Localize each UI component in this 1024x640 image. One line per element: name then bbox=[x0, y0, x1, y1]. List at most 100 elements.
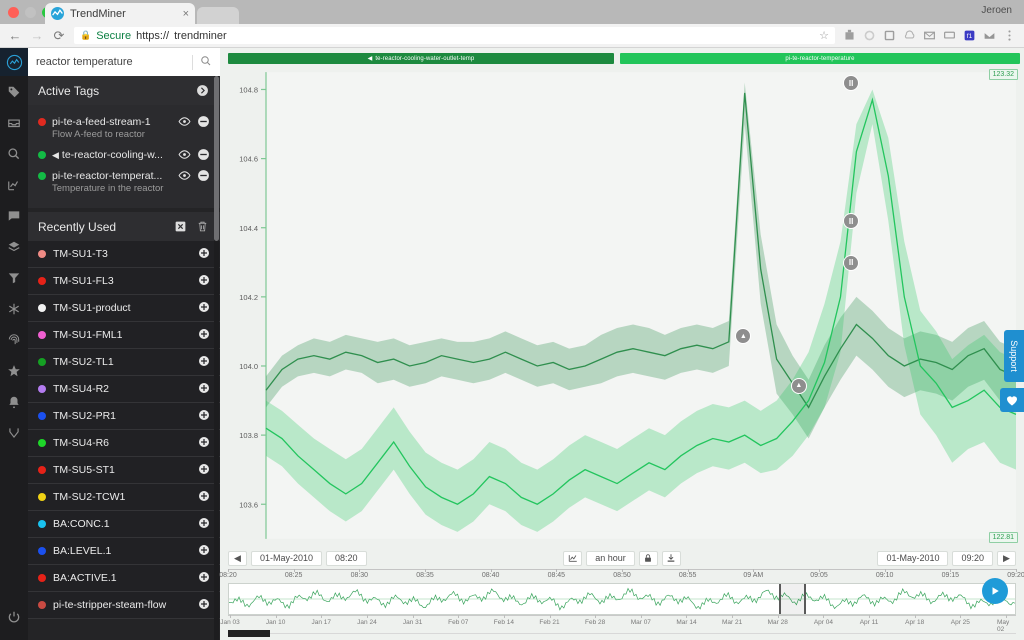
search-input[interactable]: reactor temperature bbox=[36, 56, 192, 68]
sidebar-item-comments[interactable] bbox=[0, 200, 28, 231]
recent-tag-row[interactable]: TM-SU2-TCW1 bbox=[28, 484, 220, 511]
play-button[interactable] bbox=[982, 578, 1008, 604]
recent-tag-row[interactable]: TM-SU4-R6 bbox=[28, 430, 220, 457]
plus-circle-icon[interactable] bbox=[198, 463, 210, 478]
back-arrow-icon[interactable]: ← bbox=[8, 28, 22, 43]
recent-tag-row[interactable]: TM-SU5-ST1 bbox=[28, 457, 220, 484]
plus-circle-icon[interactable] bbox=[198, 382, 210, 397]
sidebar-item-tags[interactable] bbox=[0, 76, 28, 107]
prev-arrow-icon[interactable]: ◀ bbox=[228, 550, 247, 566]
recent-tag-row[interactable]: pi-te-stripper-steam-flow bbox=[28, 592, 220, 619]
pause-marker-icon[interactable]: II bbox=[843, 254, 860, 271]
plus-circle-icon[interactable] bbox=[198, 301, 210, 316]
chrome-menu-icon[interactable] bbox=[1003, 29, 1016, 42]
recent-tag-row[interactable]: BA:ACTIVE.1 bbox=[28, 565, 220, 592]
chart-tab-0[interactable]: ◀ te-reactor-cooling-water-outlet-temp bbox=[228, 53, 614, 64]
start-time-field[interactable]: 08:20 bbox=[326, 550, 367, 566]
new-tab-ghost[interactable] bbox=[197, 7, 239, 24]
sidebar-item-favorites[interactable] bbox=[0, 355, 28, 386]
eye-icon[interactable] bbox=[178, 148, 191, 161]
power-icon[interactable] bbox=[0, 601, 28, 632]
extension-icon-2[interactable] bbox=[863, 29, 876, 42]
pause-marker-icon[interactable]: II bbox=[843, 75, 860, 92]
global-range-strip[interactable] bbox=[220, 628, 1024, 640]
end-time-field[interactable]: 09:20 bbox=[952, 550, 993, 566]
navigator-handle-left[interactable] bbox=[779, 584, 782, 614]
heart-button[interactable] bbox=[1000, 388, 1024, 412]
sidebar-item-asterisk[interactable] bbox=[0, 293, 28, 324]
minus-circle-icon[interactable] bbox=[197, 115, 210, 128]
next-arrow-icon[interactable]: ▶ bbox=[997, 550, 1016, 566]
plus-circle-icon[interactable] bbox=[198, 328, 210, 343]
plot-area[interactable]: 104.8 104.6 104.4 104.2 104.0 103.8 103.6 123.… bbox=[220, 64, 1024, 547]
navigator-selection[interactable] bbox=[779, 584, 805, 614]
chat-icon[interactable] bbox=[943, 29, 956, 42]
triangle-marker-icon[interactable]: ▲ bbox=[735, 328, 752, 345]
sidebar-item-fingerprint[interactable] bbox=[0, 324, 28, 355]
recently-used-list[interactable]: TM-SU1-T3 TM-SU1-FL3 TM-SU1-product TM-SU1-… bbox=[28, 241, 220, 640]
pause-marker-icon[interactable]: II bbox=[843, 213, 860, 230]
minus-circle-icon[interactable] bbox=[197, 148, 210, 161]
triangle-marker-icon[interactable]: ▲ bbox=[790, 377, 807, 394]
plus-circle-icon[interactable] bbox=[198, 517, 210, 532]
envelope-icon[interactable] bbox=[983, 29, 996, 42]
trash-icon[interactable] bbox=[194, 219, 210, 235]
sidebar-item-filter[interactable] bbox=[0, 262, 28, 293]
panel-scrollbar-thumb[interactable] bbox=[214, 76, 219, 241]
address-bar[interactable]: 🔒 Secure https:// trendminer ☆ bbox=[74, 27, 835, 44]
lastpass-icon[interactable]: f1 bbox=[963, 29, 976, 42]
sidebar-item-trend[interactable] bbox=[0, 169, 28, 200]
plus-circle-icon[interactable] bbox=[198, 355, 210, 370]
interval-field[interactable]: an hour bbox=[586, 550, 635, 566]
recent-tag-row[interactable]: TM-SU1-T3 bbox=[28, 241, 220, 268]
recent-tag-row[interactable]: BA:LEVEL.1 bbox=[28, 538, 220, 565]
active-tag-row[interactable]: ◀ te-reactor-cooling-w... bbox=[28, 144, 220, 165]
recent-tag-row[interactable]: TM-SU4-R2 bbox=[28, 376, 220, 403]
navigator-handle-right[interactable] bbox=[804, 584, 807, 614]
plus-circle-icon[interactable] bbox=[198, 436, 210, 451]
sidebar-item-layers[interactable] bbox=[0, 231, 28, 262]
window-icon[interactable] bbox=[883, 29, 896, 42]
minimize-window-button[interactable] bbox=[25, 7, 36, 18]
search-icon[interactable] bbox=[200, 55, 212, 70]
search-row[interactable]: reactor temperature bbox=[28, 48, 220, 76]
chart-tab-1[interactable]: pi-te-reactor-temperature bbox=[620, 53, 1020, 64]
sidebar-item-inbox[interactable] bbox=[0, 107, 28, 138]
sidebar-item-branch[interactable] bbox=[0, 417, 28, 448]
app-logo-icon[interactable] bbox=[0, 48, 28, 76]
recent-tag-row[interactable]: TM-SU1-FML1 bbox=[28, 322, 220, 349]
recent-tag-row[interactable]: TM-SU1-FL3 bbox=[28, 268, 220, 295]
eye-icon[interactable] bbox=[178, 115, 191, 128]
plus-circle-icon[interactable] bbox=[198, 571, 210, 586]
reload-icon[interactable]: ⟳ bbox=[52, 28, 66, 44]
navigator-strip[interactable] bbox=[228, 583, 1016, 615]
recent-tag-row[interactable]: TM-SU2-TL1 bbox=[28, 349, 220, 376]
support-tab[interactable]: Support bbox=[1004, 330, 1024, 382]
plus-circle-icon[interactable] bbox=[198, 490, 210, 505]
extension-icon-1[interactable] bbox=[843, 29, 856, 42]
clear-list-icon[interactable] bbox=[172, 219, 188, 235]
close-window-button[interactable] bbox=[8, 7, 19, 18]
mail-icon[interactable] bbox=[923, 29, 936, 42]
bookmark-star-icon[interactable]: ☆ bbox=[819, 29, 829, 42]
eye-icon[interactable] bbox=[178, 169, 191, 182]
plus-circle-icon[interactable] bbox=[198, 409, 210, 424]
close-icon[interactable]: × bbox=[183, 8, 189, 20]
plus-circle-icon[interactable] bbox=[198, 274, 210, 289]
start-date-field[interactable]: 01-May-2010 bbox=[251, 550, 323, 566]
end-date-field[interactable]: 01-May-2010 bbox=[877, 550, 949, 566]
lock-icon[interactable] bbox=[638, 550, 658, 566]
plus-circle-icon[interactable] bbox=[198, 598, 210, 613]
chart-type-icon[interactable] bbox=[563, 550, 583, 566]
plus-circle-icon[interactable] bbox=[198, 544, 210, 559]
collapse-right-icon[interactable] bbox=[194, 83, 210, 99]
sidebar-item-search[interactable] bbox=[0, 138, 28, 169]
browser-tab-trendminer[interactable]: TrendMiner × bbox=[45, 3, 195, 24]
plus-circle-icon[interactable] bbox=[198, 247, 210, 262]
recent-tag-row[interactable]: TM-SU1-product bbox=[28, 295, 220, 322]
recent-tag-row[interactable]: TM-SU2-PR1 bbox=[28, 403, 220, 430]
minus-circle-icon[interactable] bbox=[197, 169, 210, 182]
recent-tag-row[interactable]: BA:CONC.1 bbox=[28, 511, 220, 538]
global-range-thumb[interactable] bbox=[228, 630, 270, 637]
sidebar-item-alerts[interactable] bbox=[0, 386, 28, 417]
